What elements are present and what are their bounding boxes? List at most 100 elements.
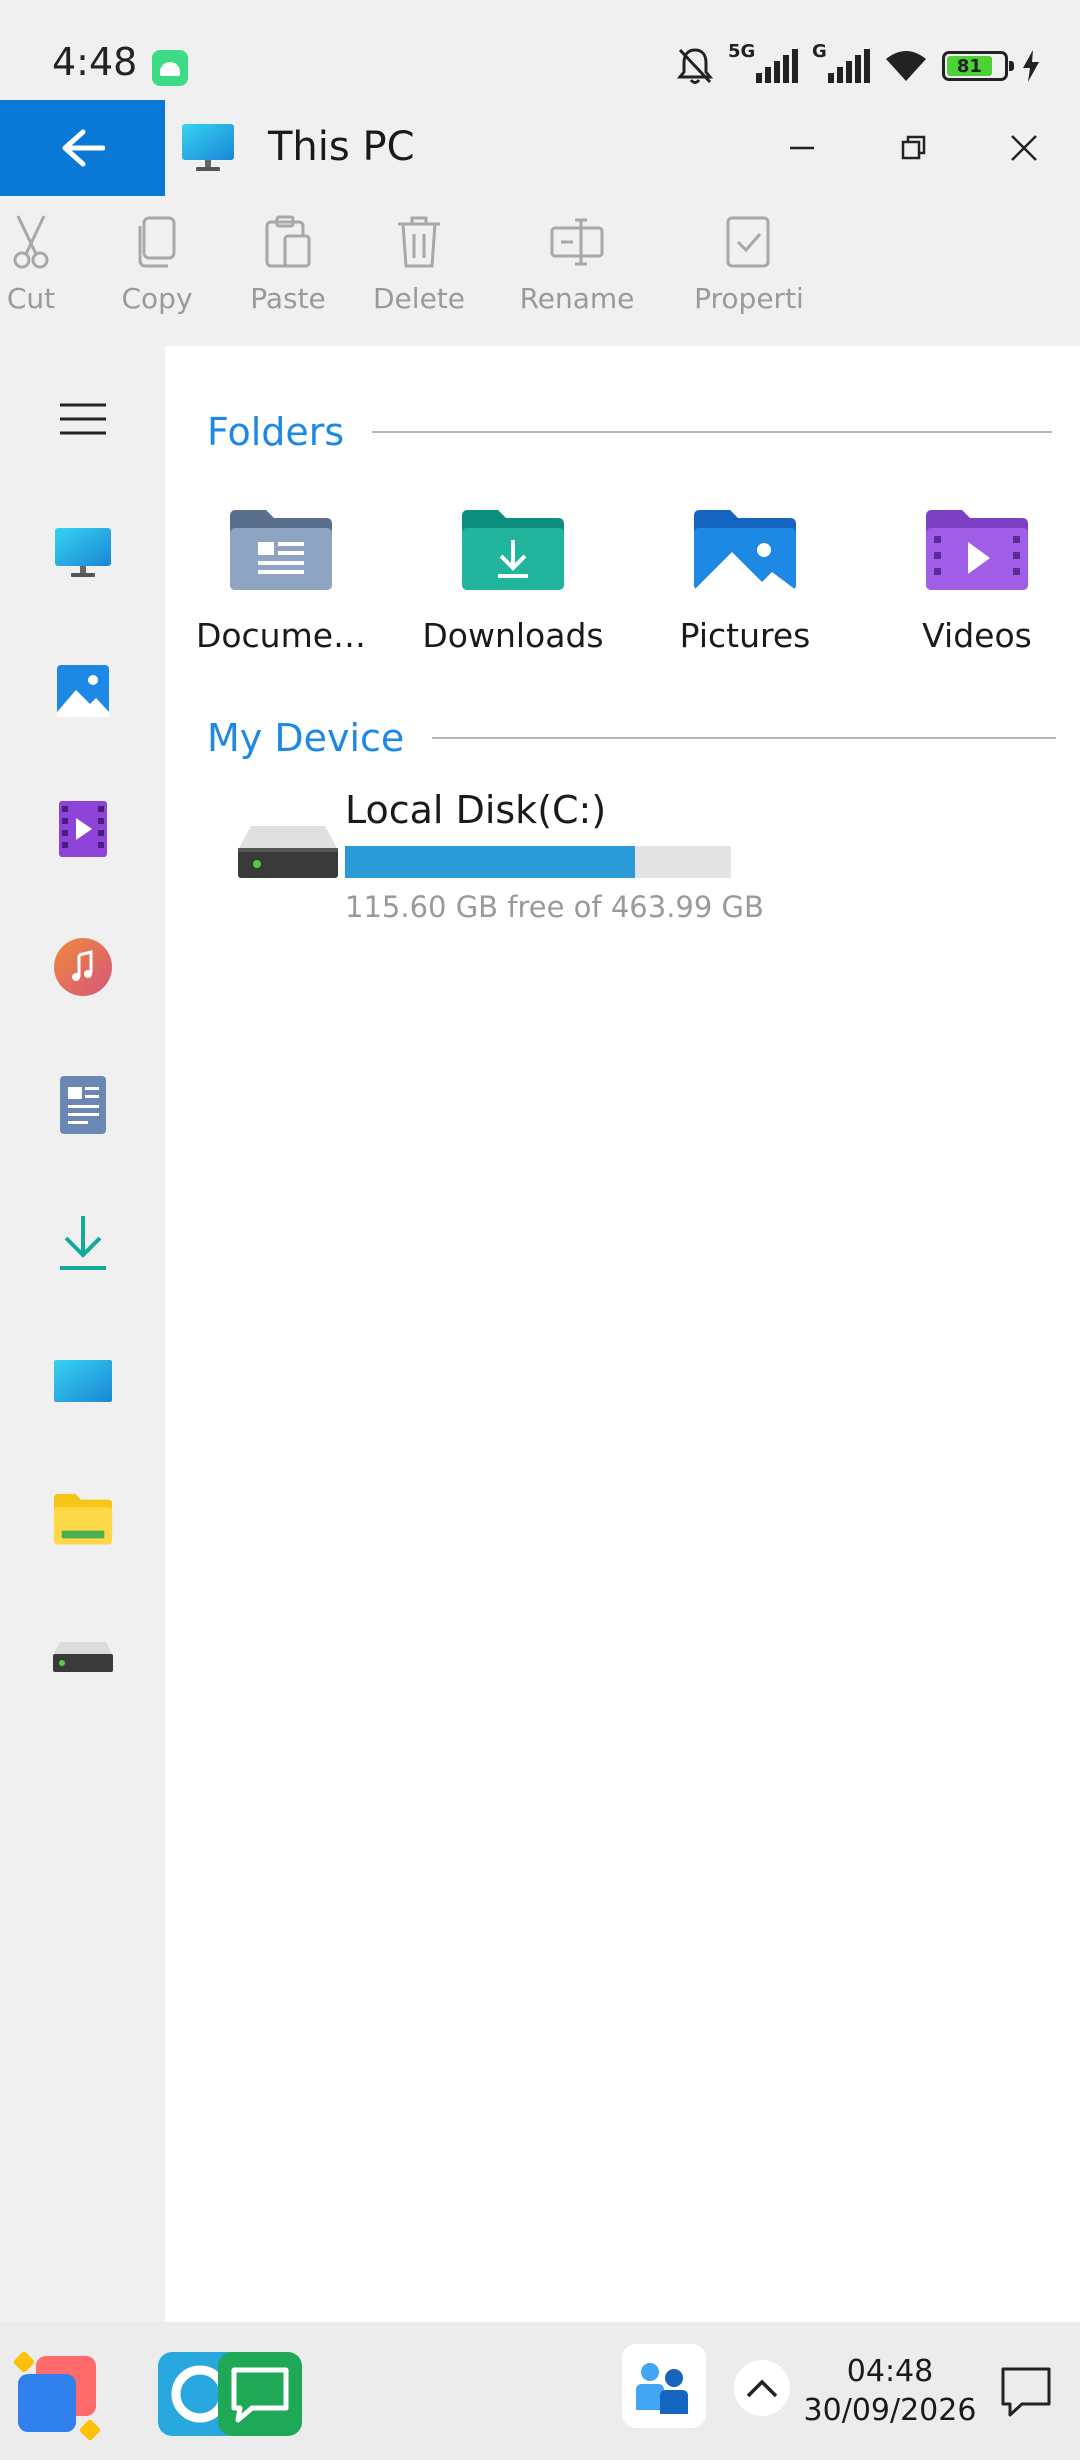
device-section-header: My Device bbox=[207, 716, 1057, 760]
battery-icon: 81 bbox=[942, 51, 1014, 81]
minimize-icon bbox=[790, 146, 814, 150]
start-launcher-icon bbox=[13, 2351, 101, 2441]
taskbar-people-button[interactable] bbox=[622, 2344, 706, 2428]
nav-videos[interactable] bbox=[52, 798, 114, 860]
taskbar-date: 30/09/2026 bbox=[803, 2393, 977, 2428]
folder-documents-label: Docume… bbox=[195, 616, 367, 655]
taskbar: 04:48 30/09/2026 bbox=[0, 2322, 1080, 2460]
documents-folder-icon bbox=[230, 510, 332, 590]
restore-icon bbox=[901, 135, 926, 160]
taskbar-app-messages[interactable] bbox=[218, 2352, 302, 2436]
window-title: This PC bbox=[268, 124, 415, 170]
chat-bubble-icon bbox=[231, 2367, 289, 2423]
net-label-5g: 5G bbox=[728, 41, 756, 62]
notification-bubble-icon bbox=[1001, 2367, 1051, 2417]
copy-icon bbox=[138, 216, 176, 268]
close-button[interactable] bbox=[998, 122, 1050, 174]
title-bar: This PC bbox=[0, 100, 1080, 196]
rename-icon bbox=[550, 218, 604, 266]
folder-pictures-label: Pictures bbox=[679, 616, 811, 655]
back-button[interactable] bbox=[0, 100, 165, 196]
taskbar-time: 04:48 bbox=[846, 2354, 934, 2389]
folders-divider bbox=[372, 431, 1053, 433]
battery-level: 81 bbox=[947, 56, 992, 77]
wifi-icon bbox=[886, 51, 926, 81]
this-pc-icon bbox=[182, 124, 234, 171]
video-icon bbox=[59, 801, 107, 857]
nav-menu-button[interactable] bbox=[52, 388, 114, 450]
hamburger-menu-icon bbox=[60, 403, 106, 435]
nav-desktop[interactable] bbox=[52, 1350, 114, 1412]
copy-button[interactable]: Copy bbox=[82, 214, 232, 315]
folders-section-header: Folders bbox=[207, 410, 1053, 454]
local-disk-name[interactable]: Local Disk(C:) bbox=[345, 788, 606, 832]
paste-label: Paste bbox=[250, 282, 326, 315]
hard-drive-icon bbox=[53, 1642, 113, 1672]
download-icon bbox=[60, 1216, 106, 1270]
desktop-icon bbox=[54, 1360, 112, 1402]
back-arrow-icon bbox=[62, 129, 105, 167]
device-divider bbox=[432, 737, 1057, 739]
status-time: 4:48 bbox=[52, 40, 138, 84]
start-button[interactable] bbox=[13, 2351, 101, 2441]
properties-label: Properti bbox=[694, 282, 804, 315]
rename-button[interactable]: Rename bbox=[502, 214, 652, 315]
folders-heading: Folders bbox=[207, 410, 345, 454]
main-content: Folders Docume… Downloads Pictures Video… bbox=[165, 346, 1080, 2322]
minimize-button[interactable] bbox=[776, 122, 828, 174]
nav-this-pc[interactable] bbox=[52, 522, 114, 584]
signal-g-icon: G bbox=[812, 41, 870, 83]
disk-usage-fill bbox=[345, 846, 635, 878]
taskbar-clock[interactable]: 04:48 30/09/2026 bbox=[800, 2354, 980, 2428]
videos-folder-icon bbox=[926, 510, 1028, 590]
delete-label: Delete bbox=[373, 282, 465, 315]
monitor-icon bbox=[55, 528, 111, 577]
copy-label: Copy bbox=[121, 282, 193, 315]
trash-icon bbox=[398, 216, 440, 268]
android-notification-icon bbox=[152, 50, 188, 86]
disk-free-space: 115.60 GB free of 463.99 GB bbox=[345, 890, 764, 924]
mute-bell-icon bbox=[676, 48, 714, 84]
command-ribbon: Cut Copy Paste Delete Rename Properti bbox=[0, 196, 1080, 346]
close-icon bbox=[1011, 135, 1037, 161]
nav-downloads[interactable] bbox=[52, 1212, 114, 1274]
status-icons: 5G G 81 bbox=[676, 41, 1040, 88]
scissors-icon bbox=[13, 215, 49, 269]
folder-icon bbox=[53, 1493, 113, 1545]
paste-icon bbox=[265, 215, 311, 268]
left-navigation bbox=[0, 346, 165, 2322]
nav-folder[interactable] bbox=[52, 1488, 114, 1550]
status-bar: 4:48 5G G 81 bbox=[0, 0, 1080, 100]
folder-videos[interactable]: Videos bbox=[877, 508, 1077, 655]
rename-label: Rename bbox=[519, 282, 635, 315]
nav-documents[interactable] bbox=[52, 1074, 114, 1136]
restore-button[interactable] bbox=[888, 122, 940, 174]
cut-label: Cut bbox=[6, 282, 56, 315]
folder-downloads-label: Downloads bbox=[422, 616, 604, 655]
picture-icon bbox=[57, 665, 109, 717]
nav-pictures[interactable] bbox=[52, 660, 114, 722]
properties-icon bbox=[726, 216, 770, 268]
net-label-g: G bbox=[812, 41, 827, 62]
nav-local-disk[interactable] bbox=[52, 1626, 114, 1688]
device-heading: My Device bbox=[207, 716, 405, 760]
disk-usage-bar bbox=[345, 846, 731, 878]
delete-button[interactable]: Delete bbox=[344, 214, 494, 315]
folder-pictures[interactable]: Pictures bbox=[645, 508, 845, 655]
show-hidden-icons-button[interactable] bbox=[734, 2360, 790, 2416]
notifications-button[interactable] bbox=[998, 2364, 1054, 2420]
signal-5g-icon: 5G bbox=[728, 41, 798, 83]
folder-documents[interactable]: Docume… bbox=[181, 508, 381, 655]
chevron-up-icon bbox=[746, 2379, 778, 2398]
music-icon bbox=[54, 938, 112, 996]
folder-videos-label: Videos bbox=[922, 616, 1032, 655]
paste-button[interactable]: Paste bbox=[213, 214, 363, 315]
downloads-folder-icon bbox=[462, 510, 564, 590]
folder-downloads[interactable]: Downloads bbox=[413, 508, 613, 655]
pictures-folder-icon bbox=[694, 510, 796, 590]
nav-music[interactable] bbox=[52, 936, 114, 998]
properties-button[interactable]: Properti bbox=[674, 214, 824, 315]
local-disk-icon bbox=[238, 826, 338, 878]
document-icon bbox=[60, 1076, 106, 1134]
charging-bolt-icon bbox=[1023, 50, 1039, 82]
